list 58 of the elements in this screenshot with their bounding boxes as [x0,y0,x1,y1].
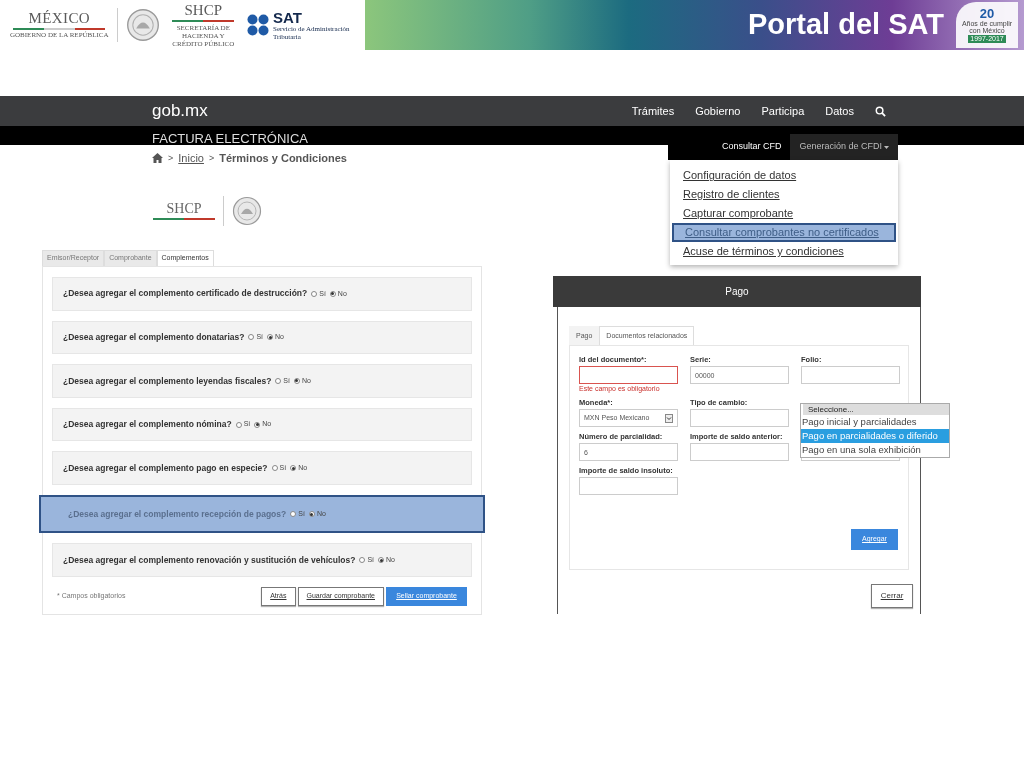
question-text: ¿Desea agregar el complemento renovación y sustitución de vehículos? [63,553,356,567]
radio-button[interactable] [290,511,297,518]
seal-icon [232,196,262,226]
question-text: ¿Desea agregar el complemento leyendas fiscales? [63,374,272,388]
question-text: ¿Desea agregar el complemento donatarias? [63,331,245,344]
breadcrumb-separator: > [208,151,215,165]
brand-logo[interactable]: gob.mx [152,98,208,124]
radio-button[interactable] [329,290,336,297]
listbox-option[interactable]: Pago inicial y parcialidades [801,415,949,429]
question-text: ¿Desea agregar el complemento recepción de pagos? [68,507,287,521]
caret-icon [665,413,673,423]
radio-button[interactable] [359,557,366,564]
breadcrumb-current: Términos y Condiciones [219,151,347,166]
logo-name: SHCP [184,2,223,18]
menu-item[interactable]: Registro de clientes [672,185,896,204]
input-field[interactable] [579,477,678,495]
radio-button[interactable] [378,557,385,564]
modal-title: Pago [725,285,749,299]
nav-link[interactable]: Datos [825,102,854,120]
question-text: ¿Desea agregar el complemento nómina? [63,418,232,431]
menu-tab[interactable]: Consultar CFD [712,134,791,160]
menu-item[interactable]: Acuse de términos y condiciones [672,242,896,261]
menu-item[interactable]: Configuración de datos [672,166,896,185]
nav-link[interactable]: Participa [761,102,805,120]
radio-button[interactable] [235,421,242,428]
input-field[interactable] [690,443,789,461]
listbox-header: Seleccione... [803,404,949,415]
input-field[interactable] [579,366,678,384]
menu-tab[interactable]: Generación de CFDI [790,134,898,160]
question-text: ¿Desea agregar el complemento pago en especie? [63,461,268,475]
banner-title: Portal del SAT [747,7,944,43]
listbox-option[interactable]: Pago en una sola exhibición [801,443,949,457]
close-button[interactable]: Cerrar [871,584,913,608]
logo-name: SHCP [166,202,202,216]
seal-icon [125,8,160,42]
nav-link[interactable]: Gobierno [695,102,741,120]
dots-icon [247,14,269,36]
radio-button[interactable] [254,421,261,428]
search-icon[interactable] [875,105,886,117]
radio-button[interactable] [311,290,318,297]
input-field[interactable] [690,409,789,427]
radio-button[interactable] [248,334,255,341]
logo-name: MÉXICO [28,11,90,26]
home-icon[interactable] [152,153,163,164]
breadcrumb-link[interactable]: Inicio [178,150,204,167]
input-field[interactable] [801,366,900,384]
logo-name: SAT [273,9,303,25]
nav-link[interactable]: Trámites [631,102,675,120]
question-text: ¿Desea agregar el complemento certificado de destrucción? [63,287,308,301]
breadcrumb-separator: > [168,151,174,165]
radio-button[interactable] [293,377,300,384]
radio-button[interactable] [267,334,274,341]
radio-button[interactable] [275,377,282,384]
section-title: FACTURA ELECTRÓNICA [152,131,309,145]
radio-button[interactable] [290,465,297,472]
radio-button[interactable] [308,511,315,518]
menu-item[interactable]: Capturar comprobante [672,204,896,223]
radio-button[interactable] [271,465,278,472]
